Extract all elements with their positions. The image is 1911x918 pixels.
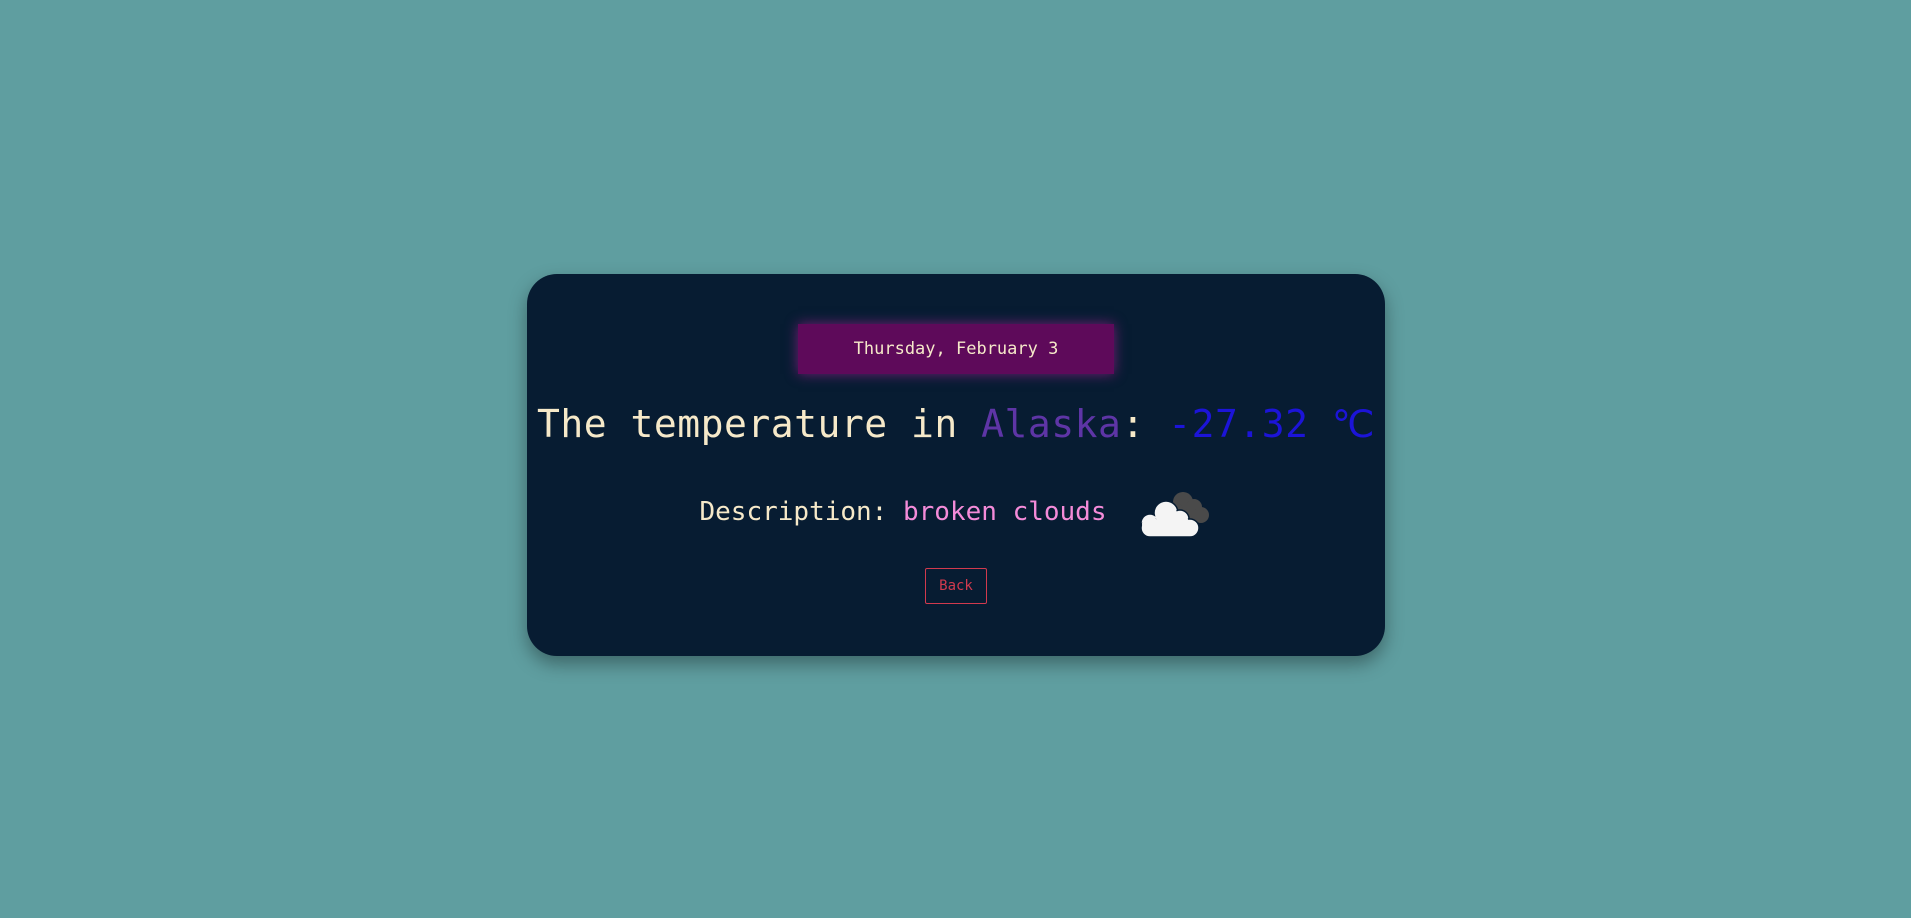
broken-clouds-icon	[1137, 486, 1213, 538]
temperature-heading: The temperature in Alaska: -27.32 ℃	[527, 402, 1385, 446]
description-text: Description: broken clouds	[700, 497, 1107, 527]
back-button[interactable]: Back	[925, 568, 987, 604]
date-badge: Thursday, February 3	[798, 324, 1114, 374]
description-row: Description: broken clouds	[527, 486, 1385, 538]
temperature-value: -27.32 ℃	[1168, 402, 1376, 446]
description-value: broken clouds	[903, 497, 1107, 527]
temperature-prefix: The temperature in	[536, 402, 982, 446]
description-label: Description:	[699, 497, 903, 527]
weather-card: Thursday, February 3 The temperature in …	[527, 274, 1385, 656]
page: Thursday, February 3 The temperature in …	[0, 0, 1911, 918]
temperature-separator: :	[1121, 402, 1169, 446]
city-name: Alaska	[981, 402, 1122, 446]
date-text: Thursday, February 3	[853, 339, 1059, 359]
